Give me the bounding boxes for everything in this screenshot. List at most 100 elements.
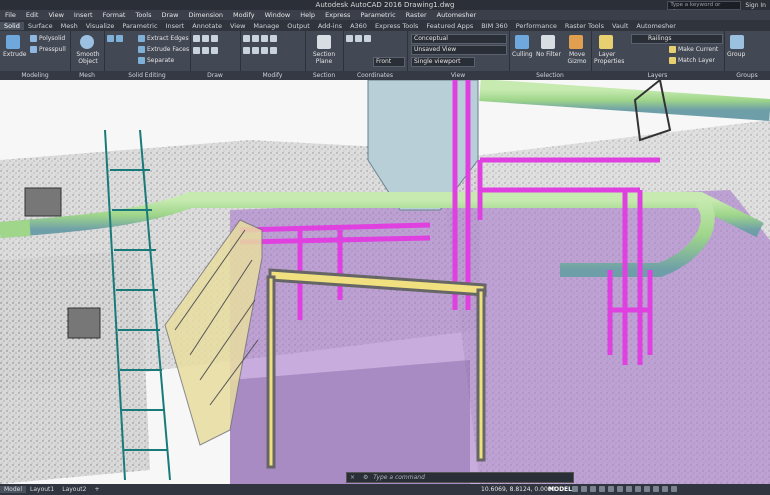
tab-solid[interactable]: Solid: [0, 21, 24, 30]
isolate-icon[interactable]: [644, 486, 650, 492]
sign-in-link[interactable]: Sign In: [745, 2, 766, 9]
layer-properties-icon[interactable]: [599, 35, 613, 49]
menu-format[interactable]: Format: [98, 11, 131, 19]
group-button[interactable]: Group: [727, 51, 745, 58]
customize-icon[interactable]: [671, 486, 677, 492]
tab-output[interactable]: Output: [283, 22, 314, 30]
tab-featured-apps[interactable]: Featured Apps: [422, 22, 477, 30]
tab-automesher[interactable]: Automesher: [632, 22, 680, 30]
menu-tools[interactable]: Tools: [130, 11, 156, 19]
tab-manage[interactable]: Manage: [249, 22, 283, 30]
make-current-button[interactable]: Make Current: [669, 46, 718, 53]
ortho-icon[interactable]: [590, 486, 596, 492]
fullscreen-icon[interactable]: [662, 486, 668, 492]
osnap-icon[interactable]: [608, 486, 614, 492]
workspace-icon[interactable]: [626, 486, 632, 492]
tab-express-tools[interactable]: Express Tools: [371, 22, 422, 30]
menu-window[interactable]: Window: [260, 11, 296, 19]
layer-dropdown[interactable]: Railings: [631, 34, 723, 44]
hardware-icon[interactable]: [653, 486, 659, 492]
filter-icon[interactable]: [541, 35, 555, 49]
tab-raster-tools[interactable]: Raster Tools: [561, 22, 608, 30]
menu-parametric[interactable]: Parametric: [355, 11, 400, 19]
tab-parametric[interactable]: Parametric: [118, 22, 161, 30]
tab-insert[interactable]: Insert: [162, 22, 189, 30]
search-input[interactable]: Type a keyword or phrase: [667, 0, 742, 15]
drawing-viewport[interactable]: [0, 80, 770, 484]
menu-file[interactable]: File: [0, 11, 21, 19]
extract-edges-button[interactable]: Extract Edges: [138, 35, 189, 42]
smooth-object-button[interactable]: Smooth Object: [73, 51, 103, 65]
named-view-dropdown[interactable]: Unsaved View: [411, 45, 507, 55]
close-icon[interactable]: ×: [347, 474, 358, 481]
smooth-object-icon[interactable]: [80, 35, 94, 49]
section-plane-button[interactable]: Section Plane: [309, 51, 339, 65]
grid-icon[interactable]: [572, 486, 578, 492]
separate-button[interactable]: Separate: [138, 57, 174, 64]
tab-layout2[interactable]: Layout2: [58, 486, 90, 493]
tab-bim360[interactable]: BIM 360: [477, 22, 511, 30]
section-plane-icon[interactable]: [317, 35, 331, 49]
tab-layout1[interactable]: Layout1: [26, 486, 58, 493]
modify-tools-icon[interactable]: [243, 35, 279, 42]
polysolid-button[interactable]: Polysolid: [30, 35, 65, 42]
match-layer-button[interactable]: Match Layer: [669, 57, 715, 64]
ucs-icon[interactable]: [346, 35, 373, 42]
panel-label-view: View: [407, 71, 509, 80]
menu-bar: File Edit View Insert Format Tools Draw …: [0, 10, 770, 20]
viewport-config-dropdown[interactable]: Single viewport: [411, 57, 475, 67]
tab-a360[interactable]: A360: [346, 22, 371, 30]
annotation-icon[interactable]: [617, 486, 623, 492]
move-gizmo-icon[interactable]: [569, 35, 583, 49]
menu-dimension[interactable]: Dimension: [183, 11, 228, 19]
culling-button[interactable]: Culling: [512, 51, 533, 58]
draw-tools-row2-icon[interactable]: [193, 47, 220, 54]
tab-view[interactable]: View: [226, 22, 249, 30]
menu-edit[interactable]: Edit: [21, 11, 44, 19]
menu-help[interactable]: Help: [295, 11, 320, 19]
command-wrench-icon[interactable]: ⚙: [360, 474, 371, 481]
panel-modeling: Extrude Polysolid Presspull Modeling: [0, 31, 71, 80]
command-input[interactable]: Type a command: [373, 474, 425, 481]
lock-icon[interactable]: [635, 486, 641, 492]
extrude-icon[interactable]: [6, 35, 20, 49]
tab-vault[interactable]: Vault: [608, 22, 632, 30]
layer-properties-button[interactable]: Layer Properties: [594, 51, 624, 65]
no-filter-button[interactable]: No Filter: [536, 51, 561, 58]
add-layout-icon[interactable]: +: [90, 486, 103, 493]
coordinate-readout[interactable]: 10.6069, 8.8124, 0.0000: [481, 484, 555, 495]
tab-mesh[interactable]: Mesh: [57, 22, 82, 30]
tab-addins[interactable]: Add-ins: [314, 22, 346, 30]
menu-raster[interactable]: Raster: [401, 11, 432, 19]
union-icon[interactable]: [107, 35, 125, 42]
tab-annotate[interactable]: Annotate: [188, 22, 226, 30]
tab-performance[interactable]: Performance: [512, 22, 561, 30]
presspull-button[interactable]: Presspull: [30, 46, 66, 53]
view-dropdown[interactable]: Front: [373, 57, 405, 67]
menu-express[interactable]: Express: [320, 11, 355, 19]
snap-icon[interactable]: [581, 486, 587, 492]
visual-style-dropdown[interactable]: Conceptual: [411, 34, 507, 44]
extrude-faces-button[interactable]: Extrude Faces: [138, 46, 189, 53]
ribbon-tabs: Solid Surface Mesh Visualize Parametric …: [0, 20, 770, 31]
command-line[interactable]: × ⚙ Type a command: [346, 472, 574, 483]
panel-label-groups: Groups: [724, 71, 770, 80]
menu-view[interactable]: View: [43, 11, 68, 19]
panel-label-solid-editing: Solid Editing: [104, 71, 190, 80]
menu-modify[interactable]: Modify: [228, 11, 260, 19]
group-icon[interactable]: [730, 35, 744, 49]
menu-insert[interactable]: Insert: [69, 11, 98, 19]
extrude-button[interactable]: Extrude: [3, 51, 26, 58]
draw-tools-icon[interactable]: [193, 35, 220, 42]
panel-label-selection: Selection: [509, 71, 591, 80]
modify-tools-row2-icon[interactable]: [243, 47, 279, 54]
tab-surface[interactable]: Surface: [24, 22, 57, 30]
polar-icon[interactable]: [599, 486, 605, 492]
tab-visualize[interactable]: Visualize: [82, 22, 119, 30]
menu-automesher[interactable]: Automesher: [432, 11, 482, 19]
move-gizmo-button[interactable]: Move Gizmo: [565, 51, 589, 65]
model-space-toggle[interactable]: MODEL: [548, 484, 572, 495]
menu-draw[interactable]: Draw: [157, 11, 184, 19]
tab-model[interactable]: Model: [0, 486, 27, 493]
culling-icon[interactable]: [515, 35, 529, 49]
